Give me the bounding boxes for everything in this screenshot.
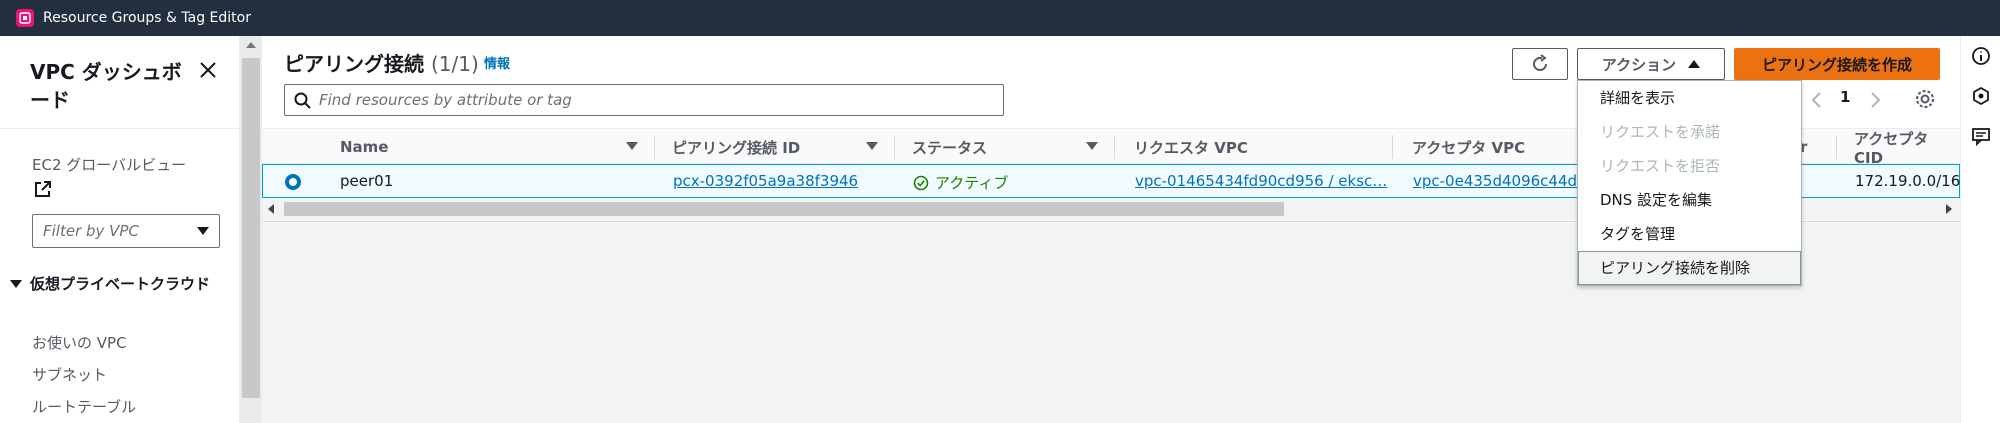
column-header-accepter-cidr[interactable]: アクセプタ CID xyxy=(1854,129,1960,167)
nav-item-subnets[interactable]: サブネット xyxy=(32,364,107,385)
menu-item-view-details[interactable]: 詳細を表示 xyxy=(1600,87,1675,108)
nav-scrollbar[interactable] xyxy=(240,36,262,423)
page-title: ピアリング接続 (1/1) xyxy=(284,48,479,77)
menu-item-delete-peering-connection[interactable]: ピアリング接続を削除 xyxy=(1600,257,1750,278)
nav-scroll-thumb[interactable] xyxy=(242,58,260,398)
column-label: ピアリング接続 ID xyxy=(672,138,801,157)
info-icon[interactable] xyxy=(1971,46,1991,66)
cell-requester-vpc-link[interactable]: vpc-01465434fd90cd956 / eksc… xyxy=(1135,172,1387,190)
app-name: Resource Groups & Tag Editor xyxy=(43,10,251,26)
column-header-name[interactable]: Name xyxy=(340,129,388,165)
column-resizer[interactable] xyxy=(1392,135,1393,159)
side-navigation: VPC ダッシュボード EC2 グローバルビュー Filter by VPC 仮… xyxy=(0,36,240,423)
caret-down-icon xyxy=(197,227,209,235)
info-link[interactable]: 情報 xyxy=(484,53,510,72)
cell-status: アクティブ xyxy=(913,172,1008,193)
column-label: アクセプタ VPC xyxy=(1412,138,1526,157)
close-icon[interactable] xyxy=(196,58,220,82)
column-header-status[interactable]: ステータス xyxy=(912,129,987,165)
actions-dropdown-menu: 詳細を表示 リクエストを承諾 リクエストを拒否 DNS 設定を編集 タグを管理 … xyxy=(1577,80,1802,286)
nav-divider xyxy=(0,128,240,129)
search-icon xyxy=(294,92,311,109)
column-label: ステータス xyxy=(912,138,988,157)
column-label: リクエスタ VPC xyxy=(1134,138,1248,157)
sort-icon[interactable] xyxy=(1086,142,1098,150)
right-tools-rail xyxy=(1960,36,2000,423)
create-peering-connection-button[interactable]: ピアリング接続を作成 xyxy=(1734,48,1940,80)
resource-groups-logo-icon xyxy=(16,9,34,27)
column-label: アクセプタ CID xyxy=(1854,129,1929,167)
actions-button[interactable]: アクション xyxy=(1577,48,1725,80)
horizontal-scroll-thumb[interactable] xyxy=(284,202,1284,216)
next-page-icon[interactable] xyxy=(1868,90,1882,110)
column-resizer[interactable] xyxy=(1836,135,1837,159)
cell-name: peer01 xyxy=(340,172,394,190)
nav-section-vpc[interactable]: 仮想プライベートクラウド xyxy=(10,272,210,296)
menu-item-manage-tags[interactable]: タグを管理 xyxy=(1600,223,1675,244)
global-view-link[interactable]: EC2 グローバルビュー xyxy=(32,154,186,175)
column-header-peering-id[interactable]: ピアリング接続 ID xyxy=(672,129,800,165)
menu-item-reject-request[interactable]: リクエストを拒否 xyxy=(1600,155,1720,176)
hexagon-icon[interactable] xyxy=(1971,86,1991,106)
vpc-filter-placeholder: Filter by VPC xyxy=(43,222,139,240)
feedback-icon[interactable] xyxy=(1971,126,1991,146)
page-title-text: ピアリング接続 xyxy=(284,52,424,76)
cell-peering-id-link[interactable]: pcx-0392f05a9a38f3946 xyxy=(673,172,858,190)
vpc-filter-select[interactable]: Filter by VPC xyxy=(32,214,220,248)
caret-down-icon xyxy=(10,280,22,288)
selection-count: (1/1) xyxy=(430,52,479,76)
cell-accepter-cidr: 172.19.0.0/16 xyxy=(1855,172,1961,190)
nav-title: VPC ダッシュボード xyxy=(30,60,182,112)
scroll-up-icon[interactable] xyxy=(246,42,256,48)
scroll-right-icon[interactable] xyxy=(1946,204,1952,214)
nav-item-your-vpcs[interactable]: お使いの VPC xyxy=(32,332,127,353)
settings-icon[interactable] xyxy=(1914,88,1936,110)
row-select-radio[interactable] xyxy=(285,174,301,190)
search-placeholder: Find resources by attribute or tag xyxy=(319,91,572,109)
top-navigation-bar: Resource Groups & Tag Editor xyxy=(0,0,2000,36)
column-resizer[interactable] xyxy=(654,135,655,159)
actions-label: アクション xyxy=(1601,55,1677,74)
sort-icon[interactable] xyxy=(866,142,878,150)
cell-accepter-vpc-link[interactable]: vpc-0e435d4096c44d2 xyxy=(1413,172,1587,190)
nav-section-label: 仮想プライベートクラウド xyxy=(30,275,211,293)
column-header-accepter-vpc[interactable]: アクセプタ VPC xyxy=(1412,129,1525,165)
refresh-icon xyxy=(1533,54,1547,71)
column-resizer[interactable] xyxy=(1114,135,1115,159)
menu-item-edit-dns-settings[interactable]: DNS 設定を編集 xyxy=(1600,189,1712,210)
search-input[interactable]: Find resources by attribute or tag xyxy=(284,84,1004,116)
column-label: Name xyxy=(340,138,389,156)
app-shortcut[interactable]: Resource Groups & Tag Editor xyxy=(16,9,251,27)
column-resizer[interactable] xyxy=(894,135,895,159)
caret-up-icon xyxy=(1688,60,1701,68)
external-link-icon[interactable] xyxy=(34,180,52,198)
refresh-button[interactable] xyxy=(1512,48,1568,80)
nav-item-route-tables[interactable]: ルートテーブル xyxy=(32,396,136,417)
sort-icon[interactable] xyxy=(626,142,638,150)
current-page-number[interactable]: 1 xyxy=(1840,88,1850,106)
menu-item-accept-request[interactable]: リクエストを承諾 xyxy=(1600,121,1720,142)
check-circle-icon xyxy=(913,175,929,190)
status-text: アクティブ xyxy=(935,174,1009,192)
previous-page-icon[interactable] xyxy=(1810,90,1824,110)
column-header-requester-vpc[interactable]: リクエスタ VPC xyxy=(1134,129,1248,165)
scroll-left-icon[interactable] xyxy=(268,204,274,214)
